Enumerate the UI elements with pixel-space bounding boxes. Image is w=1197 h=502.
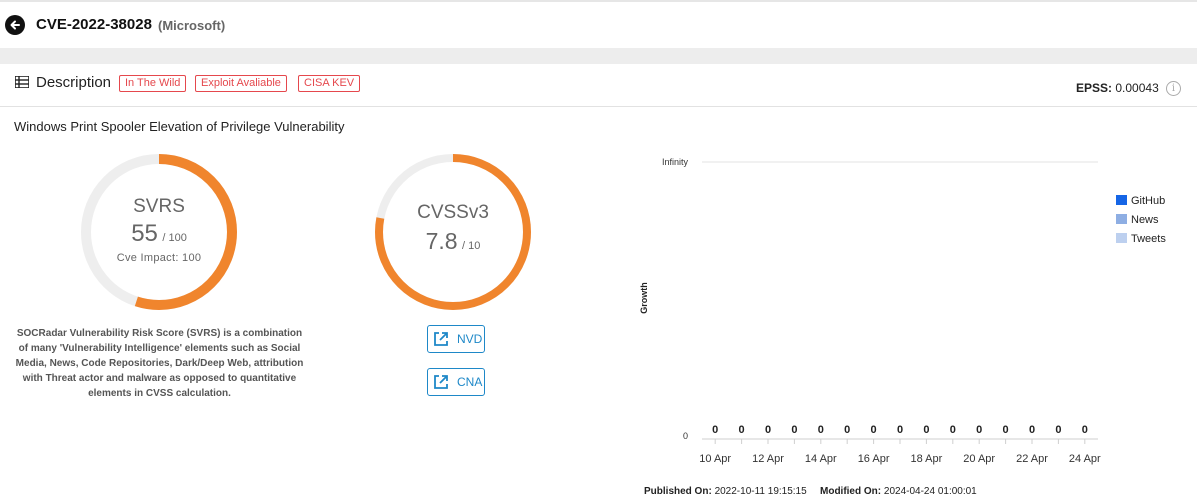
cna-label: CNA: [457, 375, 483, 389]
cvss-score-line: 7.8 / 10: [373, 228, 533, 255]
data-label: 0: [1029, 424, 1035, 436]
svrs-max: / 100: [162, 232, 187, 244]
info-icon[interactable]: i: [1166, 81, 1181, 96]
modified-value: 2024-04-24 01:00:01: [883, 486, 977, 497]
published-value: 2022-10-11 19:15:15: [714, 486, 807, 497]
epss-score: EPSS: 0.00043: [1076, 81, 1159, 95]
published-label: Published On:: [644, 486, 712, 497]
cvss-title: CVSSv3: [417, 202, 489, 223]
data-label: 0: [923, 424, 929, 436]
cve-impact: Cve Impact: 100: [116, 252, 202, 264]
vendor-name: (Microsoft): [158, 18, 226, 33]
vulnerability-name: Windows Print Spooler Elevation of Privi…: [14, 119, 345, 134]
data-label: 0: [1055, 424, 1061, 436]
description-title: Description: [36, 74, 112, 91]
arrow-left-icon: [10, 20, 20, 30]
section-separator: [0, 48, 1197, 64]
external-link-icon: [434, 332, 448, 346]
svrs-title: SVRS: [133, 196, 185, 217]
data-label: 0: [791, 424, 797, 436]
modified-label: Modified On:: [820, 486, 882, 497]
x-tick-label: 20 Apr: [963, 453, 995, 465]
x-tick-label: 14 Apr: [805, 453, 837, 465]
nvd-label: NVD: [457, 332, 483, 346]
cve-id: CVE-2022-38028: [36, 16, 152, 33]
data-label: 0: [950, 424, 956, 436]
external-link-icon: [434, 375, 448, 389]
growth-chart-svg: Infinity 0 Growth 0 10 Apr 0 0 12 Apr 0 0 14 Apr 0 0…: [639, 157, 1166, 465]
cna-link-button[interactable]: CNA: [427, 368, 485, 396]
list-icon: [15, 76, 29, 88]
y-tick-label: Infinity: [662, 157, 689, 167]
data-label: 0: [897, 424, 903, 436]
cvss-gauge: CVSSv3 7.8 / 10: [373, 152, 533, 312]
x-tick-label: 10 Apr: [699, 453, 731, 465]
data-label: 0: [739, 424, 745, 436]
cvss-max: / 10: [462, 240, 481, 252]
back-button[interactable]: [5, 15, 25, 35]
legend-label: GitHub: [1131, 195, 1165, 207]
data-label: 0: [844, 424, 850, 436]
data-label: 0: [765, 424, 771, 436]
data-label: 0: [712, 424, 718, 436]
x-tick-label: 18 Apr: [910, 453, 942, 465]
y-axis-label: Growth: [639, 282, 649, 314]
svrs-score-line: 55 / 100: [79, 220, 239, 248]
legend-label: News: [1131, 214, 1159, 226]
epss-label: EPSS:: [1076, 81, 1113, 95]
badge-exploit-available: Exploit Avaliable: [195, 75, 287, 92]
data-label: 0: [1003, 424, 1009, 436]
modified-on: Modified On: 2024-04-24 01:00:01: [820, 486, 977, 497]
description-header: Description In The Wild Exploit Avaliabl…: [0, 64, 1197, 107]
svrs-gauge: SVRS 55 / 100 Cve Impact: 100: [79, 152, 239, 312]
legend-label: Tweets: [1131, 233, 1166, 245]
svrs-explanation: SOCRadar Vulnerability Risk Score (SVRS)…: [15, 328, 304, 399]
data-label: 0: [976, 424, 982, 436]
x-tick-label: 24 Apr: [1069, 453, 1101, 465]
badge-in-the-wild: In The Wild: [119, 75, 187, 92]
page-header: CVE-2022-38028 (Microsoft): [0, 0, 1197, 48]
nvd-link-button[interactable]: NVD: [427, 325, 485, 353]
cvss-score: 7.8: [425, 228, 458, 254]
x-tick-label: 12 Apr: [752, 453, 784, 465]
legend-swatch: [1116, 214, 1127, 224]
y-tick-label: 0: [683, 431, 688, 441]
badge-cisa-kev: CISA KEV: [298, 75, 361, 92]
growth-chart: Infinity 0 Growth 0 10 Apr 0 0 12 Apr 0 0 14 Apr 0 0…: [630, 140, 1190, 480]
data-label: 0: [871, 424, 877, 436]
legend-swatch: [1116, 233, 1127, 243]
data-label: 0: [818, 424, 824, 436]
published-on: Published On: 2022-10-11 19:15:15: [644, 486, 807, 497]
legend-swatch: [1116, 195, 1127, 205]
x-tick-label: 22 Apr: [1016, 453, 1048, 465]
x-tick-label: 16 Apr: [858, 453, 890, 465]
data-label: 0: [1082, 424, 1088, 436]
epss-value: 0.00043: [1115, 81, 1159, 95]
svrs-score: 55: [131, 220, 158, 247]
